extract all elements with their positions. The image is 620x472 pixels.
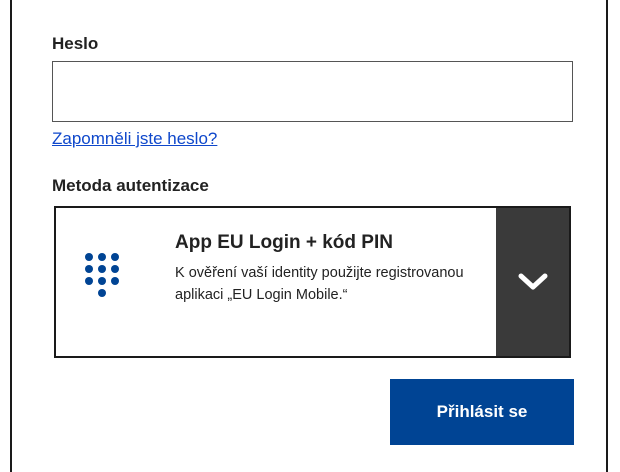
auth-method-toggle[interactable] [496,208,569,356]
keypad-icon [85,253,119,297]
chevron-down-icon [518,273,547,290]
password-input[interactable] [52,61,573,122]
auth-method-description: K ověření vaší identity použijte registr… [175,265,464,303]
auth-method-select[interactable]: App EU Login + kód PIN K ověření vaší id… [54,206,571,358]
auth-method-label: Metoda autentizace [52,176,209,195]
login-button[interactable]: Přihlásit se [390,379,574,445]
auth-method-title: App EU Login + kód PIN [175,232,393,253]
forgot-password-link[interactable]: Zapomněli jste heslo? [52,129,217,149]
password-label: Heslo [52,34,99,53]
